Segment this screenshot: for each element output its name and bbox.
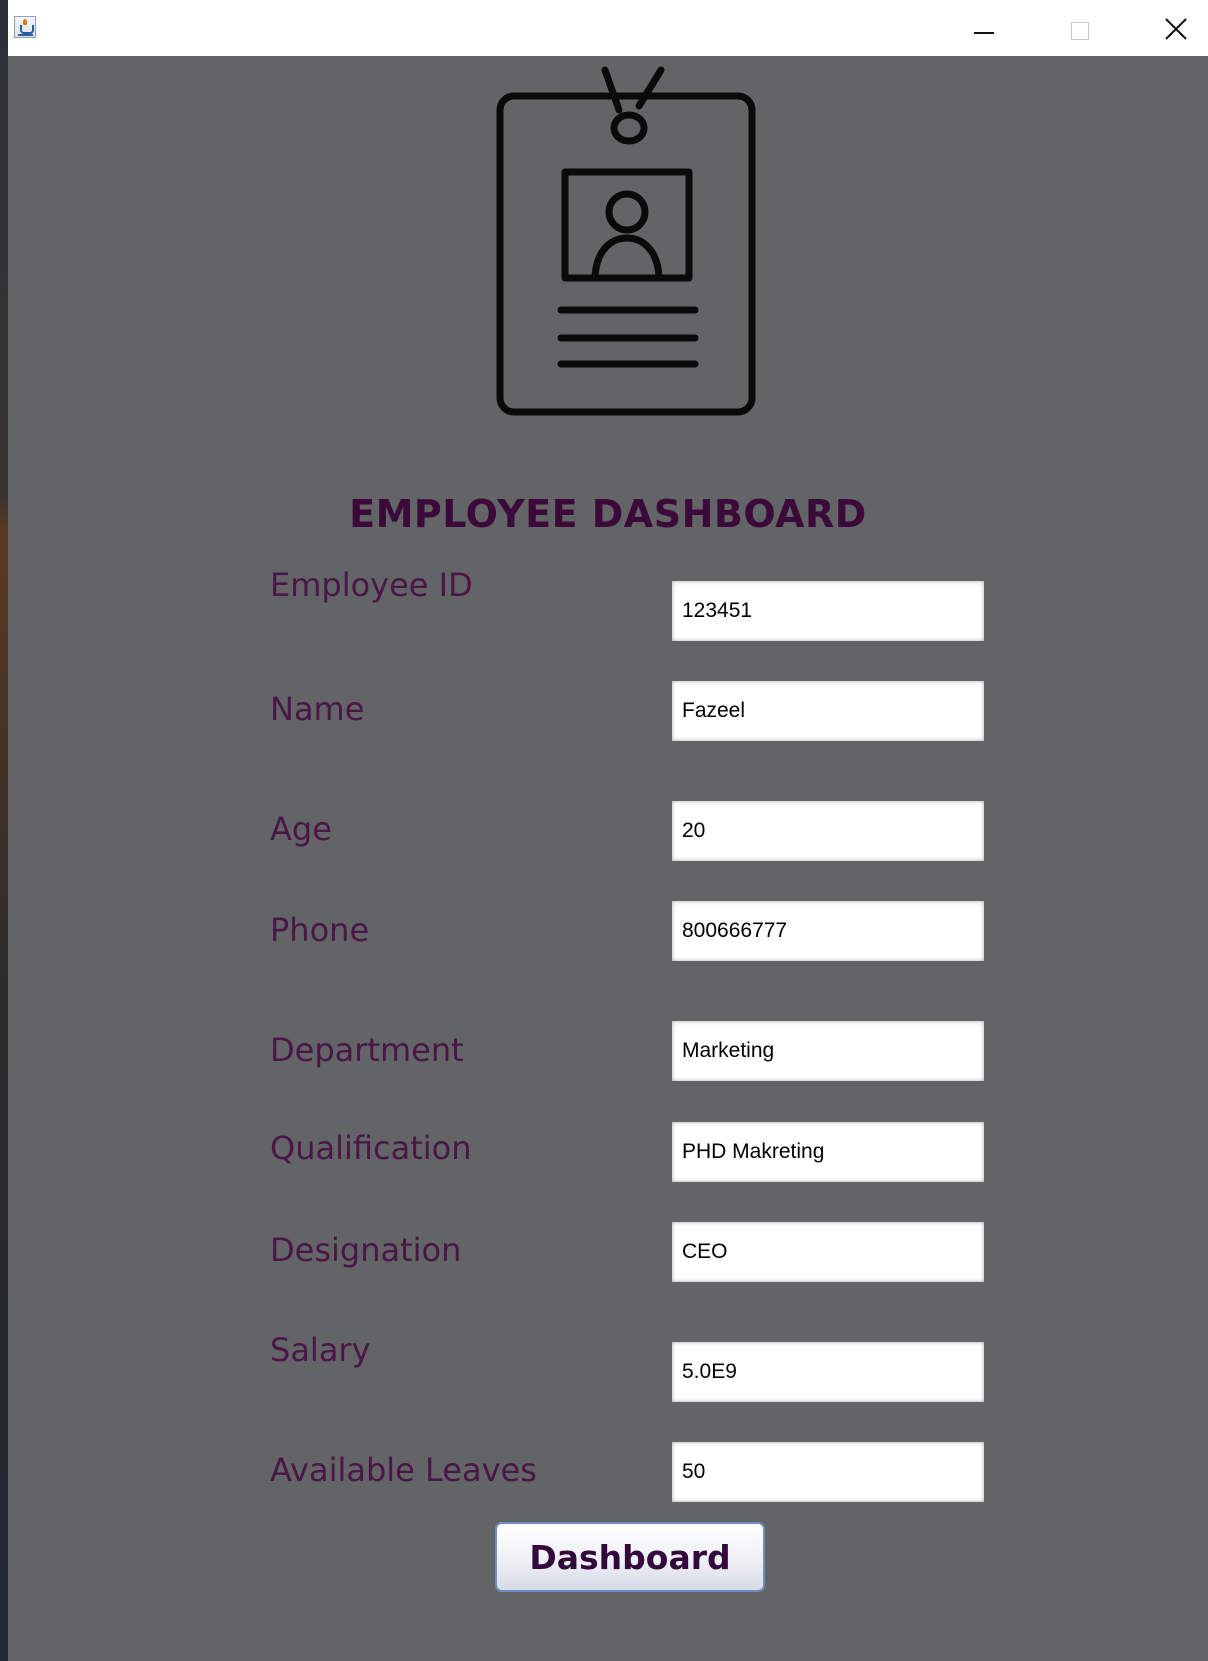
available-leaves-label: Available Leaves	[270, 1451, 537, 1489]
close-button[interactable]	[1144, 0, 1208, 56]
maximize-button[interactable]	[1048, 0, 1112, 56]
java-cup-icon[interactable]	[14, 16, 36, 38]
app-window: EMPLOYEE DASHBOARD Employee ID Name Age …	[8, 0, 1208, 1661]
close-icon	[1165, 18, 1187, 40]
page-title: EMPLOYEE DASHBOARD	[349, 492, 867, 536]
designation-field[interactable]	[672, 1222, 984, 1282]
desktop-edge	[0, 0, 8, 1661]
phone-label: Phone	[270, 911, 370, 949]
dashboard-button[interactable]: Dashboard	[495, 1522, 765, 1592]
minimize-icon	[974, 32, 994, 34]
phone-field[interactable]	[672, 901, 984, 961]
age-label: Age	[270, 810, 332, 848]
dashboard-panel: EMPLOYEE DASHBOARD Employee ID Name Age …	[8, 56, 1208, 1661]
salary-label: Salary	[270, 1331, 371, 1369]
designation-label: Designation	[270, 1231, 462, 1269]
salary-field[interactable]	[672, 1342, 984, 1402]
department-label: Department	[270, 1031, 464, 1069]
available-leaves-field[interactable]	[672, 1442, 984, 1502]
maximize-icon	[1071, 22, 1089, 40]
qualification-label: Qualification	[270, 1129, 472, 1167]
id-badge-icon	[496, 66, 756, 416]
qualification-field[interactable]	[672, 1122, 984, 1182]
title-bar	[8, 0, 1208, 56]
employee-id-field[interactable]	[672, 581, 984, 641]
department-field[interactable]	[672, 1021, 984, 1081]
minimize-button[interactable]	[952, 0, 1016, 56]
employee-id-label: Employee ID	[270, 566, 473, 604]
age-field[interactable]	[672, 801, 984, 861]
name-field[interactable]	[672, 681, 984, 741]
name-label: Name	[270, 690, 365, 728]
